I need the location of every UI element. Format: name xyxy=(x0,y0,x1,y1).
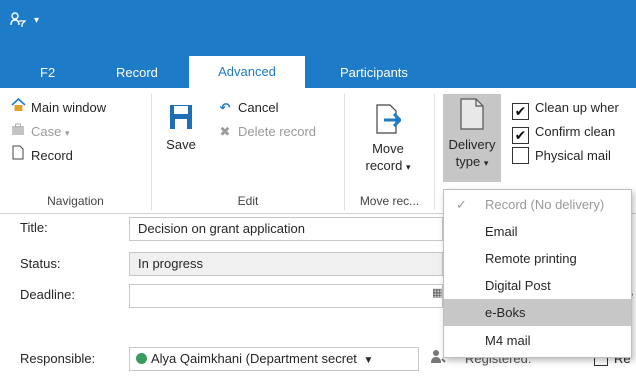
responsible-label: Responsible: xyxy=(20,351,96,366)
title-input[interactable]: Decision on grant application xyxy=(129,217,443,241)
clean-up-checkbox[interactable]: ✔ Clean up wher xyxy=(512,97,619,120)
move-record-line2: record xyxy=(365,158,403,173)
physical-mail-box xyxy=(512,147,529,164)
move-document-icon xyxy=(357,104,419,138)
status-dot-icon xyxy=(136,353,147,364)
responsible-select[interactable]: Alya Qaimkhani (Department secret ▼ xyxy=(129,347,419,371)
menu-item-m4-mail[interactable]: M4 mail xyxy=(444,327,631,354)
menu-item-label: M4 mail xyxy=(485,333,531,348)
save-icon xyxy=(166,104,196,134)
menu-item-label: Record (No delivery) xyxy=(485,197,605,212)
delivery-type-menu: ✓ Record (No delivery) Email Remote print… xyxy=(443,189,632,358)
delete-record-button[interactable]: ✖ Delete record xyxy=(217,121,317,143)
people-filter-icon[interactable] xyxy=(10,12,27,33)
blank-document-icon xyxy=(443,98,501,134)
delivery-type-caret-icon: ▾ xyxy=(483,158,489,168)
save-label: Save xyxy=(166,137,196,152)
move-record-caret-icon: ▾ xyxy=(405,162,411,172)
menu-item-label: e-Boks xyxy=(485,305,526,320)
navigation-group: Main window Case ▾ Record Navigation xyxy=(0,94,152,210)
home-icon xyxy=(10,97,26,119)
menu-item-label: Email xyxy=(485,224,518,239)
quick-access-dropdown-icon[interactable]: ▾ xyxy=(34,12,39,30)
clean-up-check-icon: ✔ xyxy=(512,103,529,120)
cancel-label: Cancel xyxy=(238,100,279,115)
tab-record[interactable]: Record xyxy=(106,57,168,88)
status-label: Status: xyxy=(20,256,61,271)
document-icon xyxy=(10,145,26,167)
record-label: Record xyxy=(31,148,73,163)
tab-participants[interactable]: Participants xyxy=(330,57,418,88)
confirm-clean-checkbox[interactable]: ✔ Confirm clean xyxy=(512,121,616,144)
responsible-caret-icon: ▼ xyxy=(363,355,374,366)
menu-item-digital-post[interactable]: Digital Post xyxy=(444,272,631,299)
case-label: Case xyxy=(31,124,62,139)
deadline-label: Deadline: xyxy=(20,287,75,302)
checkmark-icon: ✓ xyxy=(456,197,467,212)
ribbon-tabs: F2 Record Advanced Participants xyxy=(0,44,636,88)
physical-mail-label: Physical mail xyxy=(535,148,611,163)
case-button[interactable]: Case ▾ xyxy=(10,121,70,143)
responsible-value: Alya Qaimkhani (Department secret xyxy=(151,351,357,366)
tab-advanced[interactable]: Advanced xyxy=(189,56,305,88)
menu-item-e-boks[interactable]: e-Boks xyxy=(444,299,631,326)
title-label: Title: xyxy=(20,220,48,235)
delivery-type-line1: Delivery xyxy=(448,137,496,152)
menu-item-label: Remote printing xyxy=(485,251,577,266)
confirm-clean-check-icon: ✔ xyxy=(512,127,529,144)
move-record-group-label: Move rec... xyxy=(359,194,420,208)
menu-item-record-no-delivery[interactable]: ✓ Record (No delivery) xyxy=(444,191,631,218)
move-record-button[interactable]: Move record ▾ xyxy=(357,104,419,176)
status-select[interactable]: In progress xyxy=(129,252,443,276)
edit-group: Save ↶ Cancel ✖ Delete record Edit xyxy=(152,94,345,210)
menu-item-remote-printing[interactable]: Remote printing xyxy=(444,245,631,272)
physical-mail-checkbox[interactable]: Physical mail xyxy=(512,145,611,167)
cancel-button[interactable]: ↶ Cancel xyxy=(217,97,279,119)
main-window-label: Main window xyxy=(31,100,107,115)
deadline-input[interactable] xyxy=(129,284,443,308)
calendar-icon[interactable]: ▦ xyxy=(432,286,442,299)
delete-icon: ✖ xyxy=(219,124,231,139)
delivery-type-line2: type xyxy=(455,154,481,169)
clean-up-label: Clean up wher xyxy=(535,100,619,115)
title-bar: ▾ xyxy=(0,0,636,44)
delete-record-label: Delete record xyxy=(238,124,317,139)
navigation-group-label: Navigation xyxy=(47,194,104,208)
record-button[interactable]: Record xyxy=(10,145,73,167)
case-icon xyxy=(10,121,26,143)
move-record-line1: Move xyxy=(372,141,404,156)
confirm-clean-label: Confirm clean xyxy=(535,124,616,139)
case-caret-icon: ▾ xyxy=(64,128,70,138)
move-record-group: Move record ▾ Move rec... xyxy=(345,94,435,210)
main-window-button[interactable]: Main window xyxy=(10,97,106,119)
menu-item-email[interactable]: Email xyxy=(444,218,631,245)
save-button[interactable]: Save xyxy=(166,104,196,153)
undo-icon: ↶ xyxy=(219,100,231,115)
menu-item-label: Digital Post xyxy=(485,278,551,293)
edit-group-label: Edit xyxy=(237,194,259,208)
tab-f2[interactable]: F2 xyxy=(30,57,65,88)
delivery-type-button[interactable]: Delivery type ▾ xyxy=(443,94,501,182)
